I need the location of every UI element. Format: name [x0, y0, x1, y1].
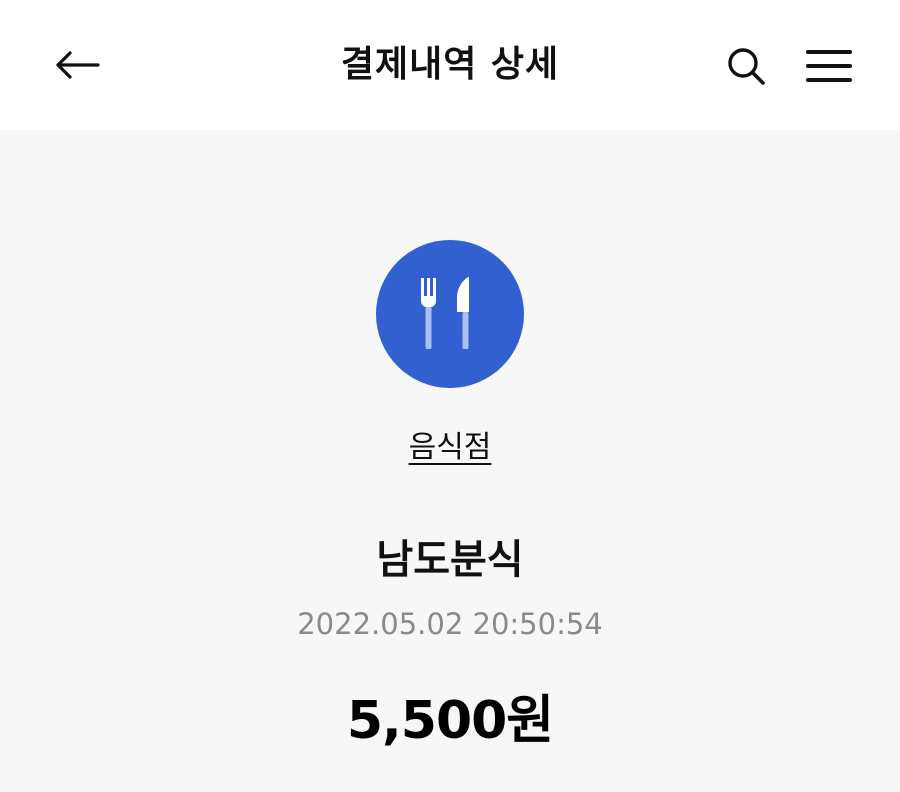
- payment-amount: 5,500원: [346, 691, 554, 751]
- category-link[interactable]: 음식점: [0, 428, 900, 468]
- merchant-name: 남도분식: [376, 537, 524, 583]
- top-app-bar: 결제내역 상세: [0, 0, 900, 130]
- search-button[interactable]: [722, 42, 770, 90]
- menu-button[interactable]: [802, 42, 856, 90]
- fork-knife-icon: [421, 277, 469, 349]
- payment-datetime: 2022.05.02 20:50:54: [297, 607, 603, 641]
- category-badge: [376, 240, 524, 388]
- hamburger-menu-icon: [806, 50, 852, 82]
- payment-detail: 음식점 남도분식 2022.05.02 20:50:54 5,500원: [0, 130, 900, 792]
- search-icon: [728, 48, 765, 85]
